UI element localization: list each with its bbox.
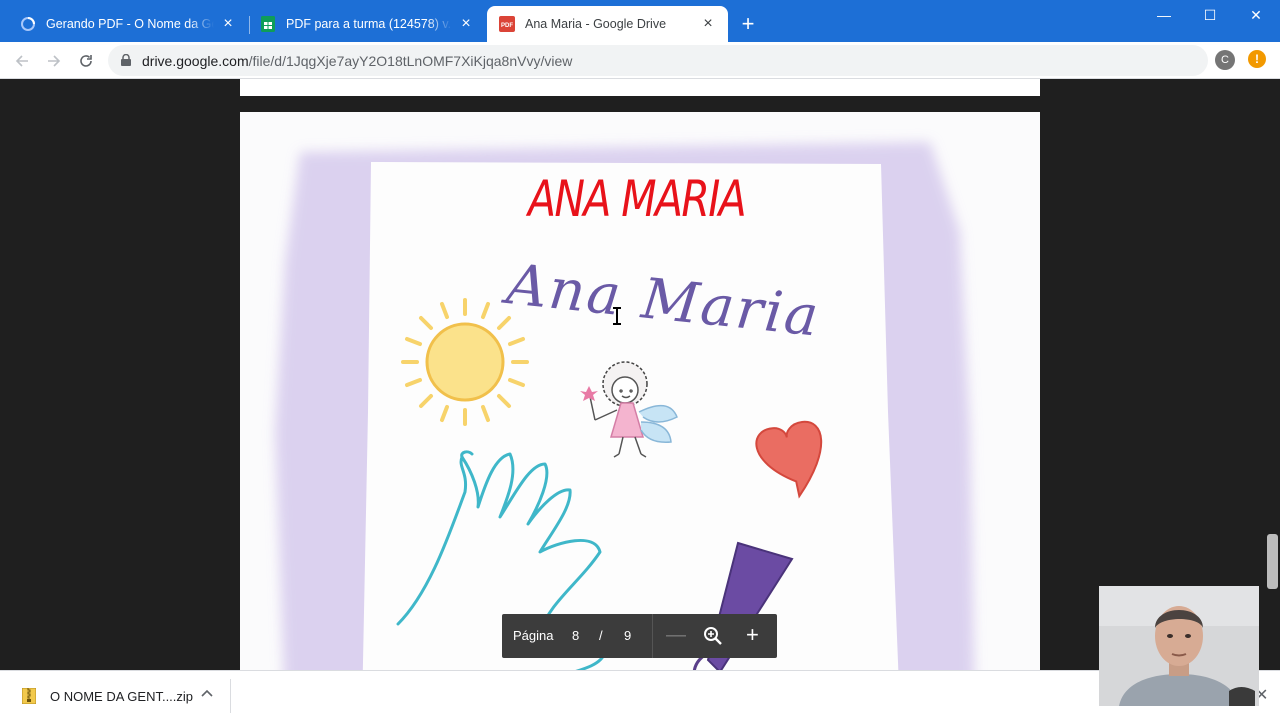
- download-item[interactable]: O NOME DA GENT....zip: [14, 683, 193, 709]
- tab-gerando-pdf[interactable]: Gerando PDF - O Nome da Gente ×: [8, 6, 248, 42]
- update-alert-icon[interactable]: !: [1248, 50, 1266, 68]
- download-file-name: O NOME DA GENT....zip: [50, 688, 194, 704]
- address-bar[interactable]: drive.google.com/file/d/1JqgXje7ayY2O18t…: [108, 45, 1208, 76]
- browser-toolbar: drive.google.com/file/d/1JqgXje7ayY2O18t…: [0, 42, 1280, 79]
- reload-icon[interactable]: [74, 49, 98, 73]
- profile-avatar[interactable]: C: [1215, 50, 1235, 70]
- text-cursor-icon: [613, 307, 621, 325]
- pdf-viewer[interactable]: ANA MARIA Ana Maria: [0, 79, 1280, 670]
- sheets-icon: [260, 16, 276, 32]
- total-pages: 9: [624, 628, 632, 643]
- page-separator: /: [599, 628, 603, 643]
- url-host: drive.google.com: [142, 53, 249, 69]
- pdf-page: ANA MARIA Ana Maria: [240, 112, 1040, 670]
- url-text: drive.google.com/file/d/1JqgXje7ayY2O18t…: [142, 53, 572, 69]
- zoom-out-button[interactable]: —: [666, 624, 686, 647]
- presenter-video: [1099, 586, 1259, 706]
- pdf-heading: ANA MARIA: [528, 170, 747, 228]
- page-navigator: Página 8 / 9 — +: [502, 614, 777, 658]
- download-separator: [230, 679, 231, 713]
- zoom-in-button[interactable]: +: [746, 622, 759, 648]
- maximize-button[interactable]: ☐: [1187, 0, 1233, 30]
- close-tab-icon[interactable]: ×: [458, 16, 474, 32]
- tab-strip: Gerando PDF - O Nome da Gente × PDF para…: [0, 0, 1280, 42]
- url-path: /file/d/1JqgXje7ayY2O18tLnOMF7XiKjqa8nVv…: [248, 53, 573, 69]
- minimize-button[interactable]: —: [1141, 0, 1187, 30]
- pager-divider: [652, 614, 653, 658]
- new-tab-button[interactable]: +: [736, 13, 760, 37]
- viewer-scrollbar[interactable]: [1267, 534, 1278, 589]
- lock-icon: [121, 54, 131, 66]
- back-icon[interactable]: [10, 49, 34, 73]
- close-tab-icon[interactable]: ×: [220, 16, 236, 32]
- download-bar: O NOME DA GENT....zip ✕: [0, 670, 1280, 720]
- zip-file-icon: [22, 688, 36, 704]
- webcam-overlay: [1099, 586, 1259, 706]
- tab-ana-maria[interactable]: PDF Ana Maria - Google Drive ×: [487, 6, 728, 42]
- tab-title: PDF para a turma (124578) v.1 - Planilha…: [286, 17, 452, 31]
- svg-text:PDF: PDF: [501, 23, 513, 29]
- zoom-icon[interactable]: [703, 626, 723, 646]
- close-window-button[interactable]: ✕: [1233, 0, 1279, 30]
- tab-title: Gerando PDF - O Nome da Gente: [46, 17, 214, 31]
- forward-icon[interactable]: [42, 49, 66, 73]
- tab-title: Ana Maria - Google Drive: [525, 17, 667, 31]
- close-tab-icon[interactable]: ×: [700, 16, 716, 32]
- loading-spinner-icon: [20, 16, 36, 32]
- chevron-up-icon[interactable]: [200, 687, 214, 701]
- previous-page-edge: [240, 79, 1040, 96]
- page-label: Página: [513, 628, 554, 643]
- current-page-input[interactable]: 8: [572, 628, 579, 643]
- pdf-icon: PDF: [499, 16, 515, 32]
- tab-planilhas[interactable]: PDF para a turma (124578) v.1 - Planilha…: [248, 6, 486, 42]
